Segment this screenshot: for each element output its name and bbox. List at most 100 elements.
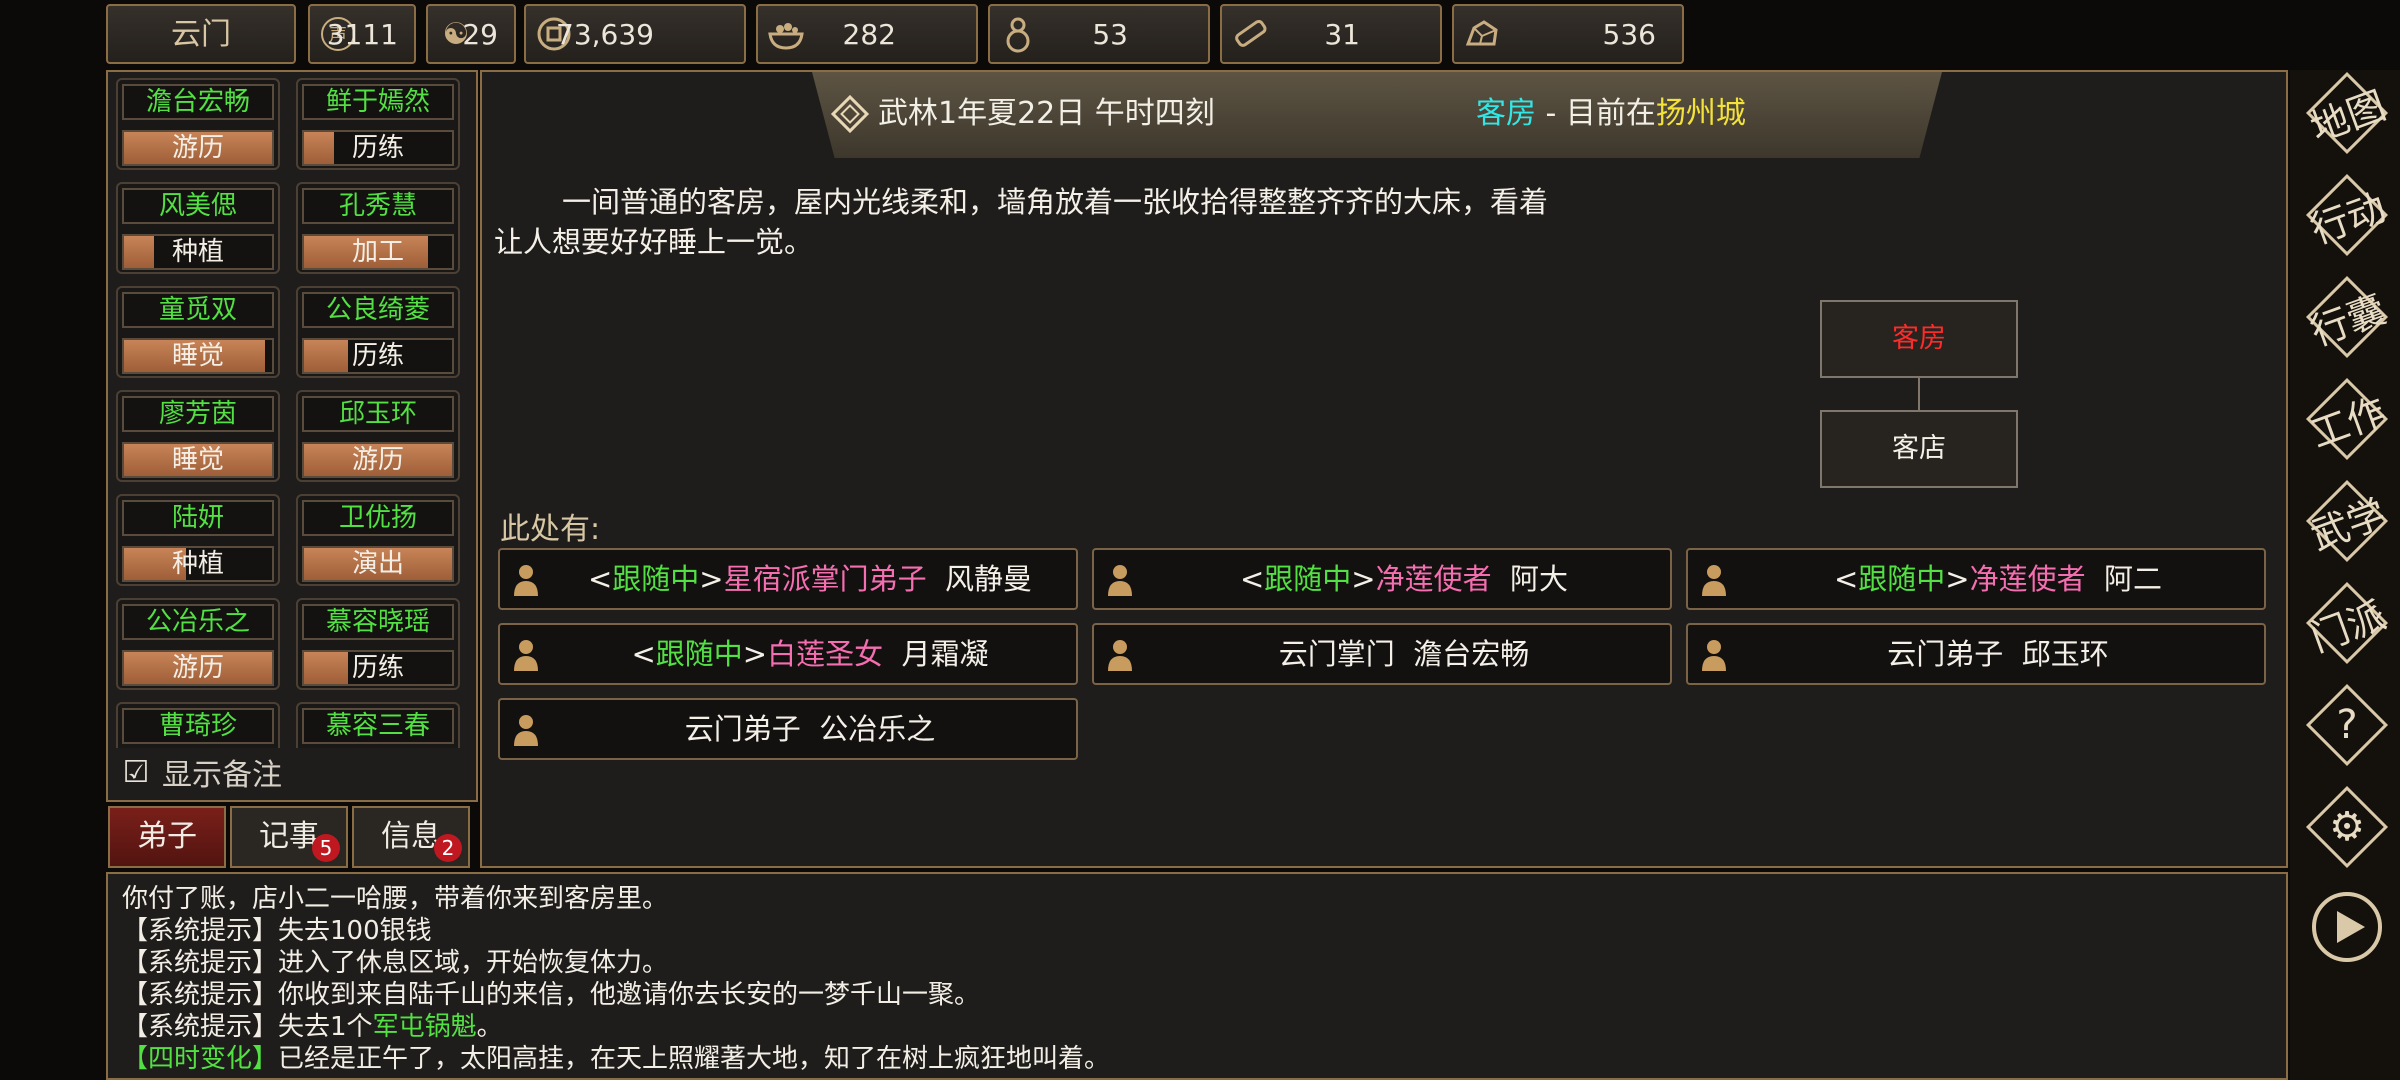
herb-box[interactable]: 53 [988,4,1210,64]
play-icon [2309,889,2385,969]
disciple-card[interactable]: 鲜于嫣然 历练 [296,78,460,170]
npc-name: 风静曼 [945,562,1033,596]
disciple-card[interactable]: 曹琦珍 [116,702,280,748]
disciple-activity: 种植 [171,549,224,579]
disciple-card[interactable]: 公冶乐之 游历 [116,598,280,690]
npc-button[interactable]: <跟随中>白莲圣女 月霜凝 [498,623,1078,685]
ore-box[interactable]: 536 [1452,4,1684,64]
city-name: 扬州城 [1655,96,1746,131]
disciple-name: 风美偲 [122,188,274,224]
work-menu-label: 工作 [2304,388,2392,456]
npc-button[interactable]: 云门弟子 邱玉环 [1686,623,2266,685]
calendar-icon [830,94,870,134]
disciple-card[interactable]: 卫优扬 演出 [296,494,460,586]
disciple-card[interactable]: 邱玉环 游历 [296,390,460,482]
work-menu-button[interactable]: 工作 [2305,377,2391,461]
npc-button[interactable]: <跟随中>净莲使者 阿大 [1092,548,1672,610]
npc-button[interactable]: <跟随中>净莲使者 阿二 [1686,548,2266,610]
npc-label: <跟随中>净莲使者 阿大 [1138,550,1670,608]
npc-title: 星宿派掌门弟子 [723,562,927,596]
npc-title: 云门弟子 [684,712,801,746]
map-node-inn-label: 客店 [1892,433,1946,464]
disciple-activity: 睡觉 [171,445,224,475]
disciple-activity-bar: 历练 [302,650,454,686]
disciple-card[interactable]: 陆妍 种植 [116,494,280,586]
npc-tag-close: > [1351,562,1376,596]
npc-tag-open: < [1833,562,1859,596]
npc-label: <跟随中>净莲使者 阿二 [1732,550,2264,608]
help-icon: ? [2336,702,2358,748]
npc-tag-open: < [1239,562,1265,596]
location-prefix: 目前在 [1565,96,1656,131]
tab-disciples-label: 弟子 [137,819,197,854]
disciple-card[interactable]: 风美偲 种植 [116,182,280,274]
map-menu-button[interactable]: 地图 [2305,71,2391,155]
disciple-activity-bar: 加工 [302,234,454,270]
npc-button[interactable]: 云门弟子 公冶乐之 [498,698,1078,760]
disciple-card[interactable]: 孔秀慧 加工 [296,182,460,274]
npc-title: 云门弟子 [1887,637,2004,671]
food-box[interactable]: 282 [756,4,978,64]
disciple-card[interactable]: 澹台宏畅 游历 [116,78,280,170]
log-line: 【四时变化】已经是正午了，太阳高挂，在天上照耀著大地，知了在树上疯狂地叫着。 [122,1038,1110,1075]
npc-tag-open: < [587,562,613,596]
tab-messages[interactable]: 信息 2 [352,806,470,868]
disciple-card[interactable]: 廖芳茵 睡觉 [116,390,280,482]
npc-title: 白莲圣女 [767,637,884,671]
person-icon [1102,637,1138,673]
npc-label: 云门掌门 澹台宏畅 [1138,625,1670,683]
map-node-current[interactable]: 客房 [1820,300,2018,378]
rice-bowl-icon [764,12,808,56]
person-icon [1102,562,1138,598]
bag-menu-button[interactable]: 行囊 [2305,275,2391,359]
disciple-activity-bar: 游历 [122,650,274,686]
sect-menu-button[interactable]: 门派 [2305,581,2391,665]
action-menu-label: 行动 [2304,184,2392,252]
action-menu-button[interactable]: 行动 [2305,173,2391,257]
help-button[interactable]: ? [2305,683,2389,767]
disciple-name: 鲜于嫣然 [302,84,454,120]
disciple-card[interactable]: 慕容晓瑶 历练 [296,598,460,690]
ore-value: 536 [1602,18,1656,51]
disciple-list[interactable]: 澹台宏畅 游历 鲜于嫣然 历练 风美偲 种植 孔秀慧 加工 童觅双 睡觉 公良绮菱 历练 廖芳茵 睡觉 邱玉… [116,78,468,748]
disciple-activity-bar: 睡觉 [122,338,274,374]
tab-journal[interactable]: 记事 5 [230,806,348,868]
npc-status: 跟随中 [1858,562,1946,596]
npc-title: 云门掌门 [1278,637,1395,671]
reputation-box[interactable]: 声 3111 [308,4,416,64]
room-description: 一间普通的客房，屋内光线柔和，墙角放着一张收拾得整整齐齐的大床，看着让人想要好好… [494,185,1549,259]
yinyang-value: 29 [462,18,498,51]
money-box[interactable]: 73,639 [524,4,746,64]
sect-menu-label: 门派 [2304,592,2392,660]
disciple-name: 童觅双 [122,292,274,328]
game-datetime: 武林1年夏22日 午时四刻 [878,96,1215,131]
disciple-card[interactable]: 童觅双 睡觉 [116,286,280,378]
disciple-activity: 历练 [351,133,404,163]
person-icon [508,562,544,598]
disciple-name: 陆妍 [122,500,274,536]
npc-button[interactable]: 云门掌门 澹台宏畅 [1092,623,1672,685]
person-icon [1696,562,1732,598]
herb-value: 53 [1092,18,1128,51]
npc-title: 净莲使者 [1375,562,1492,596]
sect-name-box[interactable]: 云门 [106,4,296,64]
settings-button[interactable]: ⚙ [2305,785,2389,869]
yinyang-box[interactable]: ☯ 29 [426,4,516,64]
location-separator: - [1536,96,1566,131]
wood-box[interactable]: 31 [1220,4,1442,64]
show-notes-toggle[interactable]: ☑ 显示备注 [118,750,282,794]
npc-status: 跟随中 [612,562,700,596]
checkbox-checked-icon[interactable]: ☑ [118,754,154,790]
play-button[interactable] [2306,888,2388,970]
map-connector [1918,378,1920,410]
tab-disciples[interactable]: 弟子 [108,806,226,868]
martial-menu-label: 武学 [2304,490,2392,558]
npc-button[interactable]: <跟随中>星宿派掌门弟子 风静曼 [498,548,1078,610]
disciple-card[interactable]: 慕容三春 [296,702,460,748]
martial-menu-button[interactable]: 武学 [2305,479,2391,563]
map-node-current-label: 客房 [1892,323,1946,354]
message-log[interactable]: 你付了账，店小二一哈腰，带着你来到客房里。 【系统提示】失去100银钱 【系统提示】… [106,872,2288,1080]
disciple-card[interactable]: 公良绮菱 历练 [296,286,460,378]
disciple-activity: 演出 [351,549,404,579]
map-node-inn[interactable]: 客店 [1820,410,2018,488]
